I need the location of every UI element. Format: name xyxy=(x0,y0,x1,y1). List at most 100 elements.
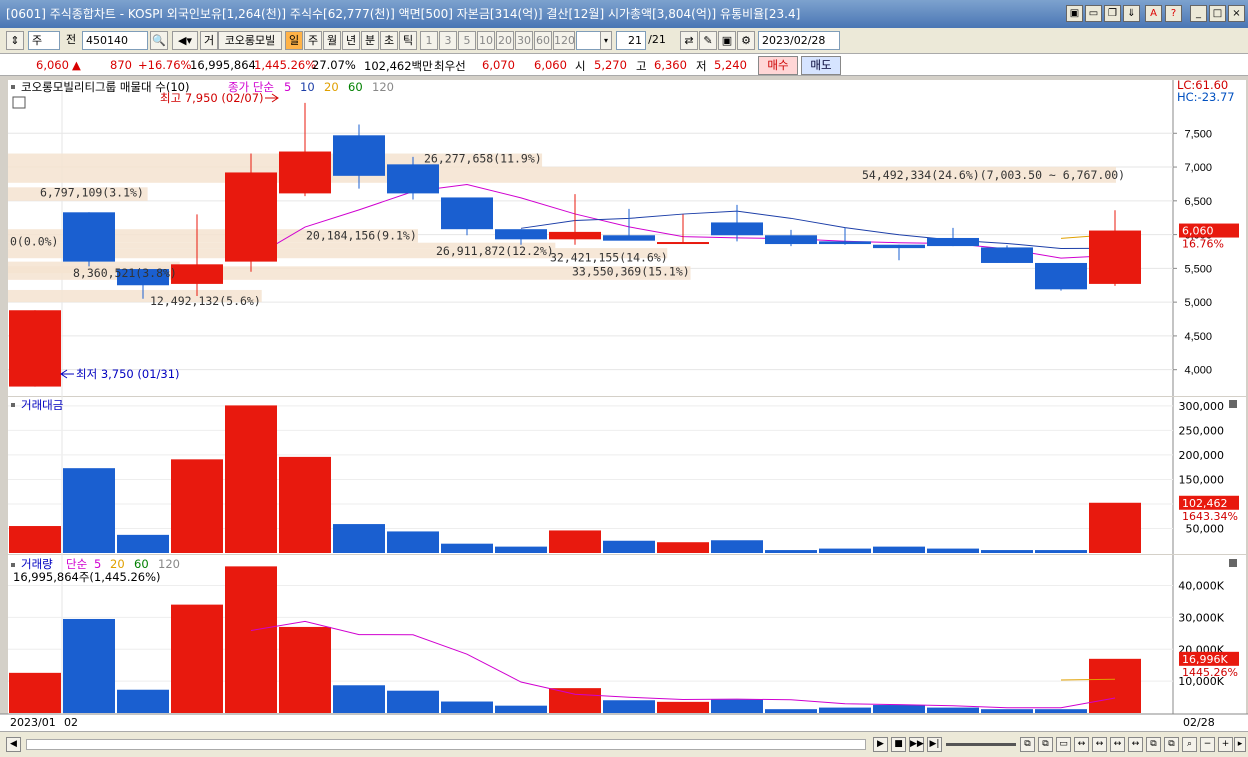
best-bid: 6,060 xyxy=(534,58,567,72)
stock-chart[interactable]: 7,5007,0006,5006,0005,5005,0004,5004,000… xyxy=(0,76,1248,731)
tool-icon-2[interactable]: ✎ xyxy=(699,31,717,50)
tool-icon-1[interactable]: ⇄ xyxy=(680,31,698,50)
trade-amount: 102,462백만 xyxy=(364,59,433,73)
zoom-in-icon[interactable]: + xyxy=(1218,737,1233,752)
period-tab-5[interactable]: 초 xyxy=(380,31,398,50)
volume-last-value: 16,996K xyxy=(1182,653,1228,666)
turnover: 27.07% xyxy=(312,58,356,72)
close-button[interactable]: × xyxy=(1228,5,1245,22)
tool-icon-e[interactable]: ↔ xyxy=(1092,737,1107,752)
minimize-button[interactable]: _ xyxy=(1190,5,1207,22)
volume-bar-02/16 xyxy=(657,701,709,713)
all-label: 전 xyxy=(65,33,77,46)
ma-period-120: 120 xyxy=(372,80,394,94)
current-price: 6,060 xyxy=(36,58,69,72)
high-label: 고 xyxy=(636,59,647,73)
zoom-icon[interactable]: ⌕ xyxy=(1182,737,1197,752)
tool-icon-h[interactable]: ⧉ xyxy=(1146,737,1161,752)
amount-bar-02/20 xyxy=(765,550,817,553)
candle-02/14 xyxy=(549,231,601,240)
date-axis-bg xyxy=(0,714,1248,731)
count-input[interactable]: 21 xyxy=(616,31,646,50)
fast-forward-icon[interactable]: ▶▶ xyxy=(909,737,924,752)
date-input[interactable]: 2023/02/28 xyxy=(758,31,840,50)
period-tab-2[interactable]: 월 xyxy=(323,31,341,50)
volume-profile-label-4: 20,184,156(9.1%) xyxy=(306,228,417,242)
period-tab-6[interactable]: 틱 xyxy=(399,31,417,50)
candle-02/23 xyxy=(927,237,979,247)
play-end-icon[interactable]: ▶| xyxy=(927,737,942,752)
chevron-down-icon[interactable]: ▾ xyxy=(600,31,612,50)
tool-icon-f[interactable]: ↔ xyxy=(1110,737,1125,752)
search-icon[interactable]: 🔍 xyxy=(150,31,168,50)
tool-icon-g[interactable]: ↔ xyxy=(1128,737,1143,752)
y-tick-price: 4,500 xyxy=(1184,331,1212,343)
window-btn-1[interactable]: ▣ xyxy=(1066,5,1083,22)
speaker-icon[interactable]: ◀▾ xyxy=(172,31,198,50)
volume-profile-label-5: 26,277,658(11.9%) xyxy=(424,151,542,165)
menu-icon[interactable]: ⇕ xyxy=(6,31,24,50)
stock-name[interactable]: 코오롱모빌 xyxy=(218,31,282,50)
amount-bar-02/02 xyxy=(117,534,169,553)
tool-icon-b[interactable]: ⧉ xyxy=(1038,737,1053,752)
volume-ma-period-5: 5 xyxy=(94,557,101,571)
interval-tab-60[interactable]: 60 xyxy=(534,31,552,50)
scroll-right-icon[interactable]: ▸ xyxy=(1234,737,1246,752)
zoom-slider[interactable] xyxy=(946,743,1016,746)
count-total: /21 xyxy=(648,33,666,46)
period-tab-1[interactable]: 주 xyxy=(304,31,322,50)
amount-bar-02/15 xyxy=(603,540,655,553)
gear-icon[interactable]: ⚙ xyxy=(737,31,755,50)
period-tab-0[interactable]: 일 xyxy=(285,31,303,50)
tool-icon-i[interactable]: ⧉ xyxy=(1164,737,1179,752)
window-btn-3[interactable]: ❐ xyxy=(1104,5,1121,22)
scroll-left-icon[interactable]: ◀ xyxy=(6,737,21,752)
window-btn-4[interactable]: ⇓ xyxy=(1123,5,1140,22)
tool-icon-d[interactable]: ↔ xyxy=(1074,737,1089,752)
volume-bar-02/03 xyxy=(171,604,223,713)
interval-tab-20[interactable]: 20 xyxy=(496,31,514,50)
interval-tab-30[interactable]: 30 xyxy=(515,31,533,50)
code-input[interactable]: 450140 xyxy=(82,31,148,50)
open-label: 시 xyxy=(575,59,586,73)
play-icon[interactable]: ▶ xyxy=(873,737,888,752)
zoom-out-icon[interactable]: − xyxy=(1200,737,1215,752)
ma-period-5: 5 xyxy=(284,80,291,94)
volume-bar-02/22 xyxy=(873,705,925,713)
volume-profile-label-3: 12,492,132(5.6%) xyxy=(150,294,261,308)
volume-bar-02/17 xyxy=(711,699,763,713)
tool-icon-a[interactable]: ⧉ xyxy=(1020,737,1035,752)
y-tick-volume: 40,000K xyxy=(1178,580,1224,593)
last-price-value: 6,060 xyxy=(1182,225,1214,238)
quote-bar: 6,060 ▲ 870 +16.76% 16,995,864 1,445.26%… xyxy=(0,54,1248,76)
volume-bar-02/21 xyxy=(819,707,871,713)
title-bar: [0601] 주식종합차트 - KOSPI 외국인보유[1,264(천)] 주식… xyxy=(0,0,1248,28)
buy-button[interactable]: 매수 xyxy=(758,56,798,75)
help-button[interactable]: ? xyxy=(1165,5,1182,22)
y-tick-price: 5,000 xyxy=(1184,297,1212,309)
volume-bar-02/02 xyxy=(117,689,169,713)
interval-tab-3[interactable]: 3 xyxy=(439,31,457,50)
window-btn-5[interactable]: A xyxy=(1145,5,1162,22)
volume-bar-02/01 xyxy=(63,618,115,713)
interval-tab-1[interactable]: 1 xyxy=(420,31,438,50)
amount-bar-02/14 xyxy=(549,530,601,553)
type-prefix[interactable]: 거 xyxy=(200,31,218,50)
period-tab-4[interactable]: 분 xyxy=(361,31,379,50)
maximize-button[interactable]: □ xyxy=(1209,5,1226,22)
save-icon[interactable]: ▣ xyxy=(718,31,736,50)
tool-icon-c[interactable]: ▭ xyxy=(1056,737,1071,752)
interval-tab-10[interactable]: 10 xyxy=(477,31,495,50)
market-select[interactable]: 주 xyxy=(28,31,60,50)
period-tab-3[interactable]: 년 xyxy=(342,31,360,50)
candle-02/09 xyxy=(387,164,439,194)
amount-bar-02/07 xyxy=(279,456,331,553)
candle-02/15 xyxy=(603,235,655,241)
window-btn-2[interactable]: ▭ xyxy=(1085,5,1102,22)
interval-tab-120[interactable]: 120 xyxy=(553,31,575,50)
interval-tab-5[interactable]: 5 xyxy=(458,31,476,50)
sell-button[interactable]: 매도 xyxy=(801,56,841,75)
scroll-track[interactable] xyxy=(26,739,866,750)
stop-icon[interactable]: ■ xyxy=(891,737,906,752)
ma-period-10: 10 xyxy=(300,80,315,94)
